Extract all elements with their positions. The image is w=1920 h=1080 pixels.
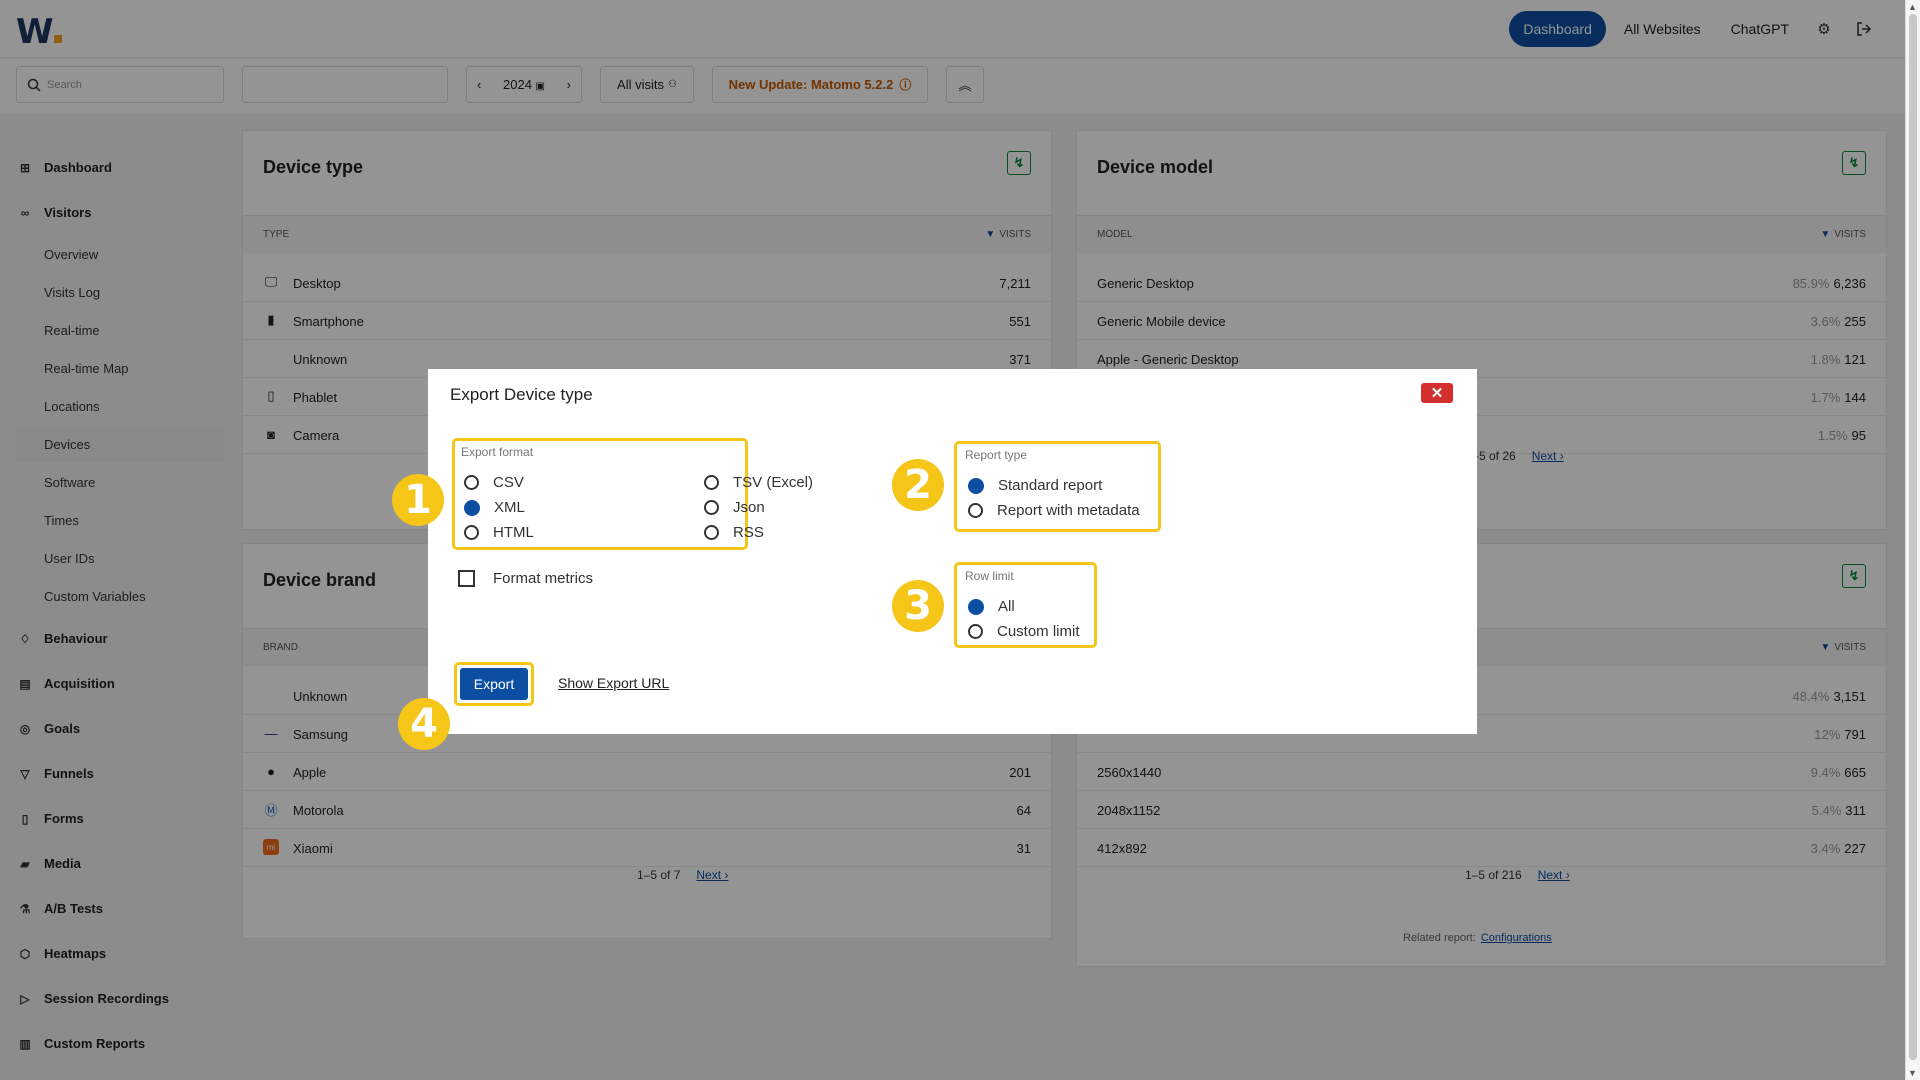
report-type-radio-standard[interactable]: Standard report [968, 477, 1102, 494]
report-type-label: Report type [965, 448, 1028, 462]
row-limit-label: Row limit [965, 569, 1014, 583]
scrollbar-thumb[interactable] [1909, 14, 1917, 1060]
radio-label: All [998, 598, 1015, 615]
page-scrollbar[interactable]: ▲ ▼ [1905, 0, 1920, 1080]
radio-selected-icon [968, 477, 984, 494]
callout-badge-1: 1 [392, 474, 444, 526]
format-radio-csv[interactable]: CSV [464, 474, 524, 491]
radio-label: RSS [733, 524, 764, 541]
format-radio-json[interactable]: Json [704, 499, 765, 516]
format-metrics-checkbox[interactable]: Format metrics [458, 570, 593, 587]
radio-icon [968, 503, 983, 518]
format-radio-rss[interactable]: RSS [704, 524, 764, 541]
radio-icon [704, 500, 719, 515]
radio-selected-icon [968, 598, 984, 615]
callout-badge-2: 2 [892, 459, 944, 511]
export-button[interactable]: Export [460, 668, 528, 700]
row-limit-radio-custom[interactable]: Custom limit [968, 623, 1080, 640]
format-radio-html[interactable]: HTML [464, 524, 534, 541]
close-button[interactable]: ✕ [1421, 383, 1453, 403]
export-format-label: Export format [461, 445, 534, 459]
radio-icon [464, 525, 479, 540]
radio-selected-icon [464, 499, 480, 516]
radio-icon [704, 525, 719, 540]
scroll-up-icon[interactable]: ▲ [1908, 2, 1917, 12]
radio-icon [464, 475, 479, 490]
radio-label: Report with metadata [997, 502, 1140, 519]
radio-icon [704, 475, 719, 490]
callout-badge-3: 3 [892, 580, 944, 632]
format-radio-xml[interactable]: XML [464, 499, 525, 516]
row-limit-radio-all[interactable]: All [968, 598, 1015, 615]
scroll-down-icon[interactable]: ▼ [1908, 1068, 1917, 1078]
radio-label: CSV [493, 474, 524, 491]
radio-label: HTML [493, 524, 534, 541]
radio-label: Json [733, 499, 765, 516]
radio-label: TSV (Excel) [733, 474, 814, 491]
report-type-radio-metadata[interactable]: Report with metadata [968, 502, 1140, 519]
show-export-url-link[interactable]: Show Export URL [558, 675, 669, 691]
radio-icon [968, 624, 983, 639]
radio-label: Standard report [998, 477, 1103, 494]
format-radio-tsv[interactable]: TSV (Excel) [704, 474, 813, 491]
modal-title: Export Device type [450, 385, 593, 404]
callout-badge-4: 4 [398, 698, 450, 750]
close-icon: ✕ [1430, 385, 1444, 402]
checkbox-label: Format metrics [493, 570, 594, 587]
radio-label: XML [494, 499, 525, 516]
checkbox-icon [458, 570, 475, 587]
export-modal: Export Device type ✕ Export format CSV X… [428, 369, 1477, 734]
radio-label: Custom limit [997, 623, 1080, 640]
